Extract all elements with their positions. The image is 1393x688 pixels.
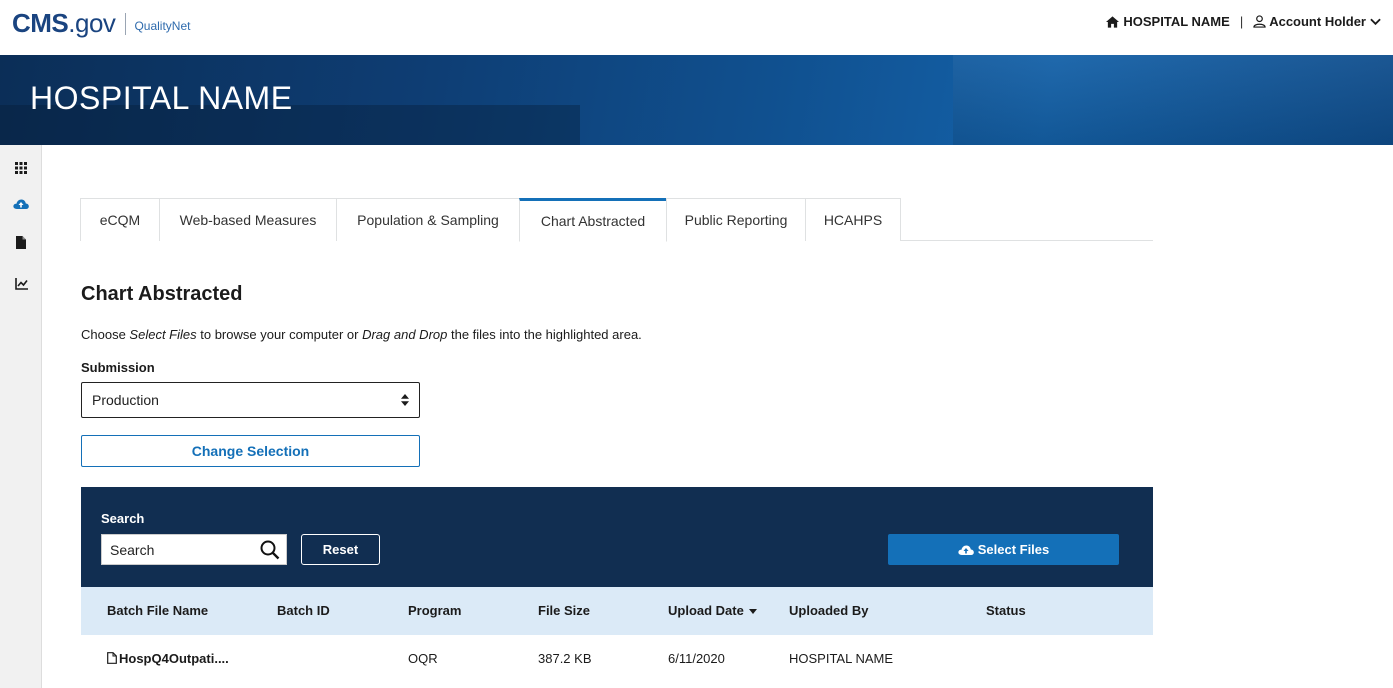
- col-upload-date-label: Upload Date: [668, 603, 744, 618]
- chevron-down-icon: [1370, 18, 1381, 25]
- submission-select[interactable]: Production: [81, 382, 420, 418]
- account-menu[interactable]: Account Holder: [1253, 14, 1381, 29]
- cms-wordmark: CMS.gov: [12, 8, 116, 38]
- search-input[interactable]: Search: [101, 534, 287, 565]
- cell-batch-file-name[interactable]: HospQ4Outpati....: [107, 651, 229, 666]
- submission-label: Submission: [81, 360, 155, 375]
- tab-web-based-measures[interactable]: Web-based Measures: [159, 198, 337, 241]
- cloud-upload-icon: [958, 545, 974, 555]
- reset-button[interactable]: Reset: [301, 534, 380, 565]
- cloud-upload-icon: [13, 199, 29, 209]
- nav-separator: |: [1239, 14, 1244, 29]
- change-selection-button[interactable]: Change Selection: [81, 435, 420, 467]
- sort-desc-icon: [748, 609, 757, 615]
- col-file-size[interactable]: File Size: [538, 603, 590, 618]
- sidebar-item-upload[interactable]: [12, 195, 30, 213]
- home-icon: [1106, 15, 1120, 28]
- col-batch-id[interactable]: Batch ID: [277, 603, 330, 618]
- tab-ecqm[interactable]: eCQM: [80, 198, 160, 241]
- search-label: Search: [101, 511, 145, 526]
- table-header: Batch File Name Batch ID Program File Si…: [81, 587, 1153, 635]
- select-files-label: Select Files: [977, 542, 1050, 557]
- select-files-hint: Select Files: [129, 327, 197, 342]
- upload-panel: Search Search Reset Select Files: [81, 487, 1153, 587]
- tab-public-reporting[interactable]: Public Reporting: [666, 198, 806, 241]
- select-files-button[interactable]: Select Files: [888, 534, 1119, 565]
- chart-line-icon: [14, 278, 28, 290]
- top-bar: CMS.gov QualityNet HOSPITAL NAME | Accou…: [0, 0, 1393, 55]
- hospital-home-link[interactable]: HOSPITAL NAME: [1106, 14, 1230, 29]
- page-title: Chart Abstracted: [81, 283, 243, 305]
- col-uploaded-by[interactable]: Uploaded By: [789, 603, 868, 618]
- banner-title: HOSPITAL NAME: [30, 80, 293, 116]
- cell-file-size: 387.2 KB: [538, 651, 592, 666]
- submission-value: Production: [92, 392, 159, 408]
- user-icon: [1253, 15, 1266, 28]
- cell-uploaded-by: HOSPITAL NAME: [789, 651, 894, 666]
- cms-logo[interactable]: CMS.gov QualityNet: [12, 8, 190, 39]
- grid-icon: [15, 162, 27, 174]
- sort-arrows-icon: [401, 394, 409, 406]
- tab-chart-abstracted[interactable]: Chart Abstracted: [519, 198, 667, 242]
- program-tabs: eCQM Web-based Measures Population & Sam…: [80, 198, 1153, 242]
- drag-drop-hint: Drag and Drop: [362, 327, 448, 342]
- qualitynet-label: QualityNet: [134, 18, 191, 33]
- col-upload-date[interactable]: Upload Date: [668, 603, 757, 618]
- upload-instructions: Choose Select Files to browse your compu…: [81, 327, 642, 342]
- document-icon: [16, 235, 26, 249]
- hospital-banner: HOSPITAL NAME: [0, 55, 1393, 145]
- sidebar-item-documents[interactable]: [12, 233, 30, 251]
- account-holder-label: Account Holder: [1269, 14, 1366, 29]
- col-status[interactable]: Status: [986, 603, 1026, 618]
- batch-file-name: HospQ4Outpati....: [119, 651, 229, 666]
- cell-program: OQR: [408, 651, 438, 666]
- search-icon[interactable]: [260, 540, 280, 560]
- table-row[interactable]: HospQ4Outpati.... OQR 387.2 KB 6/11/2020…: [81, 635, 1153, 685]
- hospital-name-link: HOSPITAL NAME: [1123, 14, 1230, 29]
- sidebar-item-reports[interactable]: [12, 275, 30, 293]
- tab-hcahps[interactable]: HCAHPS: [805, 198, 901, 241]
- top-nav: HOSPITAL NAME | Account Holder: [1106, 14, 1381, 29]
- tab-population-sampling[interactable]: Population & Sampling: [336, 198, 520, 241]
- left-sidebar: [0, 145, 42, 688]
- col-batch-file-name[interactable]: Batch File Name: [107, 603, 208, 618]
- cell-upload-date: 6/11/2020: [668, 651, 725, 666]
- search-placeholder: Search: [110, 541, 155, 558]
- logo-divider: [125, 12, 127, 35]
- file-icon: [107, 652, 117, 664]
- col-program[interactable]: Program: [408, 603, 461, 618]
- sidebar-item-dashboard[interactable]: [12, 159, 30, 177]
